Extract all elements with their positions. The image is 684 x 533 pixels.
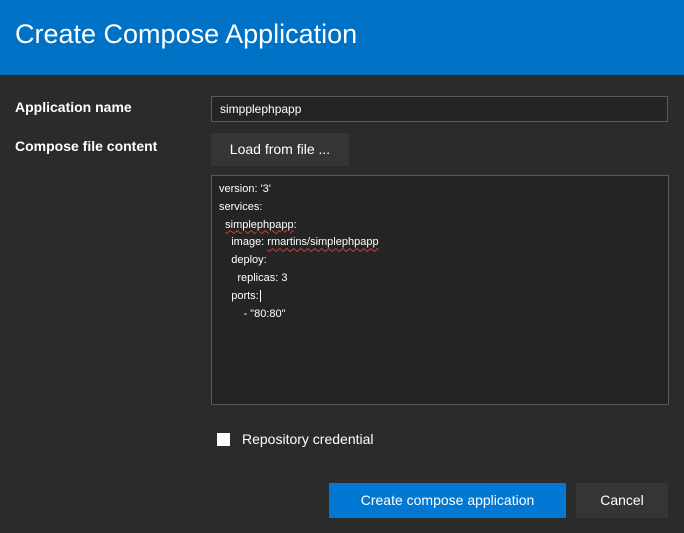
text-caret (259, 289, 261, 302)
cancel-button[interactable]: Cancel (576, 483, 668, 518)
code-line-ports: ports: (219, 289, 261, 302)
repository-credential-label[interactable]: Repository credential (242, 431, 374, 447)
compose-file-editor[interactable]: version: '3' services: simplephpapp: ima… (211, 175, 669, 405)
create-compose-dialog: Create Compose Application Application n… (0, 0, 684, 533)
code-line: deploy: (219, 254, 267, 267)
compose-file-label: Compose file content (15, 138, 158, 154)
repository-credential-row[interactable]: Repository credential (217, 429, 374, 449)
code-line: services: (219, 200, 263, 213)
dialog-title-bar: Create Compose Application (0, 0, 684, 75)
misspelled-word: rmartins/simplephpapp (267, 236, 379, 249)
code-line: - "80:80" (219, 307, 286, 320)
misspelled-word: simplephpapp (225, 218, 294, 231)
code-line-service-name: simplephpapp: (225, 218, 297, 231)
dialog-title: Create Compose Application (15, 19, 358, 49)
code-line-image: image: rmartins/simplephpapp (219, 236, 379, 249)
repository-credential-checkbox[interactable] (217, 432, 230, 446)
code-line: replicas: 3 (219, 271, 288, 284)
load-from-file-button[interactable]: Load from file ... (211, 133, 349, 166)
app-name-label: Application name (15, 99, 132, 115)
app-name-input[interactable] (211, 96, 668, 122)
create-compose-application-button[interactable]: Create compose application (329, 483, 566, 518)
code-line: version: '3' (219, 183, 271, 195)
